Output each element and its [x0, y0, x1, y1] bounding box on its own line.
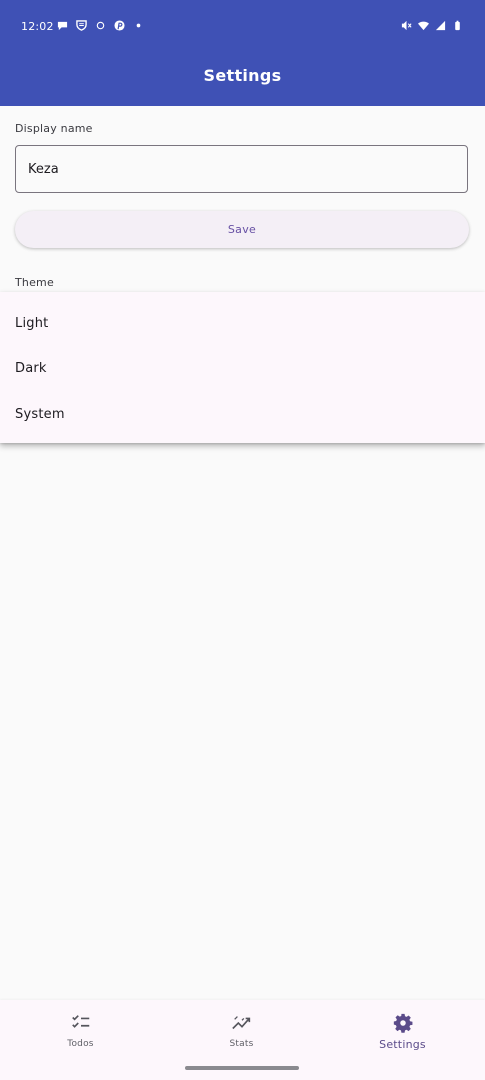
- app-bar: 12:02 Settings: [0, 0, 485, 106]
- circle-icon: [96, 21, 105, 30]
- theme-option-light[interactable]: Light: [0, 300, 485, 346]
- nav-label-todos: Todos: [67, 1039, 94, 1049]
- cell-signal-icon: [435, 20, 446, 31]
- theme-option-system[interactable]: System: [0, 391, 485, 437]
- mute-icon: [401, 20, 412, 31]
- pinterest-icon: [114, 20, 125, 31]
- shield-icon: [76, 20, 87, 31]
- wifi-icon: [418, 21, 429, 31]
- status-icons-left: [57, 20, 144, 31]
- dot-icon: [136, 23, 141, 28]
- home-indicator[interactable]: [185, 1066, 299, 1070]
- status-time: 12:02: [21, 20, 54, 33]
- theme-option-dark[interactable]: Dark: [0, 345, 485, 391]
- nav-label-stats: Stats: [229, 1039, 254, 1049]
- nav-label-settings: Settings: [379, 1038, 426, 1051]
- nav-item-settings[interactable]: Settings: [322, 1000, 483, 1062]
- chat-bubble-icon: [57, 21, 68, 31]
- status-icons-right: [401, 20, 463, 31]
- nav-item-todos[interactable]: Todos: [0, 1000, 161, 1062]
- display-name-input[interactable]: [15, 145, 468, 193]
- theme-dropdown-menu: Light Dark System: [0, 292, 485, 443]
- theme-label: Theme: [15, 276, 54, 289]
- status-bar: 12:02: [0, 0, 485, 56]
- trending-icon: [231, 1016, 250, 1030]
- checklist-icon: [71, 1015, 89, 1028]
- battery-icon: [455, 20, 460, 31]
- page-title: Settings: [203, 66, 282, 85]
- nav-item-stats[interactable]: Stats: [161, 1000, 322, 1062]
- gear-icon: [393, 1013, 412, 1033]
- display-name-label: Display name: [15, 122, 93, 135]
- save-button[interactable]: Save: [15, 211, 469, 248]
